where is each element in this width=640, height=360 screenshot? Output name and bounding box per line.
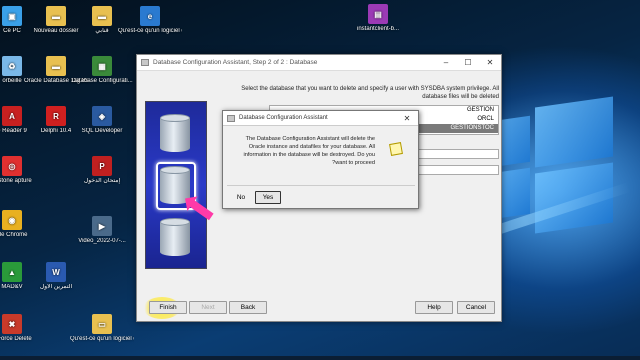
desktop-icon-label: otStone apture bbox=[0, 178, 32, 184]
desktop-icon[interactable]: ✖ e Force Delete bbox=[0, 314, 44, 343]
desktop-icon[interactable]: P إمتحان الدخول bbox=[70, 156, 134, 185]
database-illustration bbox=[145, 101, 214, 269]
desktop-icon-label: Qu'est-ce qu'un logiciel d'appli... bbox=[70, 336, 134, 342]
desktop-icon-label: SQL Developer bbox=[81, 128, 123, 134]
desktop-icon[interactable]: ▦ Database Configurati... bbox=[70, 56, 134, 85]
confirm-delete-dialog: Database Configuration Assistant ✕ The D… bbox=[222, 110, 419, 209]
sql-developer-icon: ◈ bbox=[92, 106, 112, 126]
dialog-message-line: The Database Configuration Assistant wil… bbox=[245, 136, 375, 142]
dialog-message-line: ?want to proceed bbox=[332, 160, 375, 166]
desktop-icon[interactable]: ▭ Qu'est-ce qu'un logiciel d'appli... bbox=[70, 314, 134, 343]
back-button[interactable]: Back bbox=[229, 301, 267, 314]
desktop-icon-label: Qu'est-ce qu'un logiciel d'appli... bbox=[118, 28, 182, 34]
force-delete-icon: ✖ bbox=[2, 314, 22, 334]
desktop-icon[interactable]: ▤ instantclient-b... bbox=[346, 4, 410, 33]
dialog-divider bbox=[227, 185, 415, 186]
yes-button[interactable]: Yes bbox=[255, 191, 281, 204]
video-icon: ▶ bbox=[92, 216, 112, 236]
desktop-icon-label: instantclient-b... bbox=[356, 26, 400, 32]
instruction-text: Select the database that you want to del… bbox=[241, 86, 499, 100]
pdf-icon: P bbox=[92, 156, 112, 176]
folder-icon: ▬ bbox=[46, 6, 66, 26]
maximize-icon[interactable]: ☐ bbox=[457, 55, 479, 71]
folder-icon: ▬ bbox=[46, 56, 66, 76]
finish-button[interactable]: Finish bbox=[149, 301, 187, 314]
edge-icon: e bbox=[140, 6, 160, 26]
document-icon: ▭ bbox=[92, 314, 112, 334]
desktop-icon[interactable]: W التمرين الأول bbox=[24, 262, 88, 291]
next-button[interactable]: Next bbox=[189, 301, 227, 314]
desktop-icon-label: التمرين الأول bbox=[39, 284, 73, 290]
desktop-icon-label: Video_2022-07-... bbox=[78, 238, 126, 244]
delphi-icon: R bbox=[46, 106, 66, 126]
desktop-icon-label: gle Chrome bbox=[0, 232, 28, 238]
app-icon bbox=[141, 59, 149, 66]
minimize-icon[interactable]: – bbox=[435, 55, 457, 71]
desktop-icon[interactable]: ◈ SQL Developer bbox=[70, 106, 134, 135]
winrar-icon: ▤ bbox=[368, 4, 388, 24]
acrobat-icon: A bbox=[2, 106, 22, 126]
desktop-icon-label: e Force Delete bbox=[0, 336, 32, 342]
folder-icon: ▬ bbox=[92, 6, 112, 26]
dbca-icon: ▦ bbox=[92, 56, 112, 76]
taskbar-edge bbox=[0, 356, 640, 360]
database-cylinder-icon bbox=[160, 114, 190, 154]
database-cylinder-icon bbox=[160, 218, 190, 258]
desktop-icon[interactable]: ◎ otStone apture bbox=[0, 156, 44, 185]
dialog-close-icon[interactable]: ✕ bbox=[396, 110, 418, 126]
desktop-icon[interactable]: ◉ gle Chrome bbox=[0, 210, 44, 239]
close-icon[interactable]: ✕ bbox=[479, 55, 501, 71]
desktop-icon-label: Database Configurati... bbox=[71, 78, 133, 84]
dbca-title: Database Configuration Assistant, Step 2… bbox=[153, 59, 318, 66]
dialog-message-line: information in the database will be dest… bbox=[243, 152, 375, 158]
help-button[interactable]: Help bbox=[415, 301, 453, 314]
dbca-titlebar[interactable]: Database Configuration Assistant, Step 2… bbox=[137, 55, 501, 71]
chrome-icon: ◉ bbox=[2, 210, 22, 230]
desktop-icon[interactable]: e Qu'est-ce qu'un logiciel d'appli... bbox=[118, 6, 182, 35]
no-button[interactable]: No bbox=[229, 191, 253, 204]
faststone-icon: ◎ bbox=[2, 156, 22, 176]
dialog-message: The Database Configuration Assistant wil… bbox=[229, 135, 375, 167]
note-icon bbox=[389, 142, 403, 156]
desktop-icon[interactable]: ▶ Video_2022-07-... bbox=[70, 216, 134, 245]
dialog-message-line: Oracle instance and datafiles for your d… bbox=[248, 144, 375, 150]
dialog-title: Database Configuration Assistant bbox=[239, 115, 328, 121]
dialog-titlebar[interactable]: Database Configuration Assistant ✕ bbox=[223, 111, 418, 126]
cancel-button[interactable]: Cancel bbox=[457, 301, 495, 314]
mad-icon: ▲ bbox=[2, 262, 22, 282]
recycle-bin-icon: ♻ bbox=[2, 56, 22, 76]
dialog-app-icon bbox=[227, 114, 235, 122]
windows-logo-pane bbox=[535, 96, 613, 168]
desktop-icon-label: إمتحان الدخول bbox=[83, 178, 121, 184]
word-icon: W bbox=[46, 262, 66, 282]
computer-icon: ▣ bbox=[2, 6, 22, 26]
